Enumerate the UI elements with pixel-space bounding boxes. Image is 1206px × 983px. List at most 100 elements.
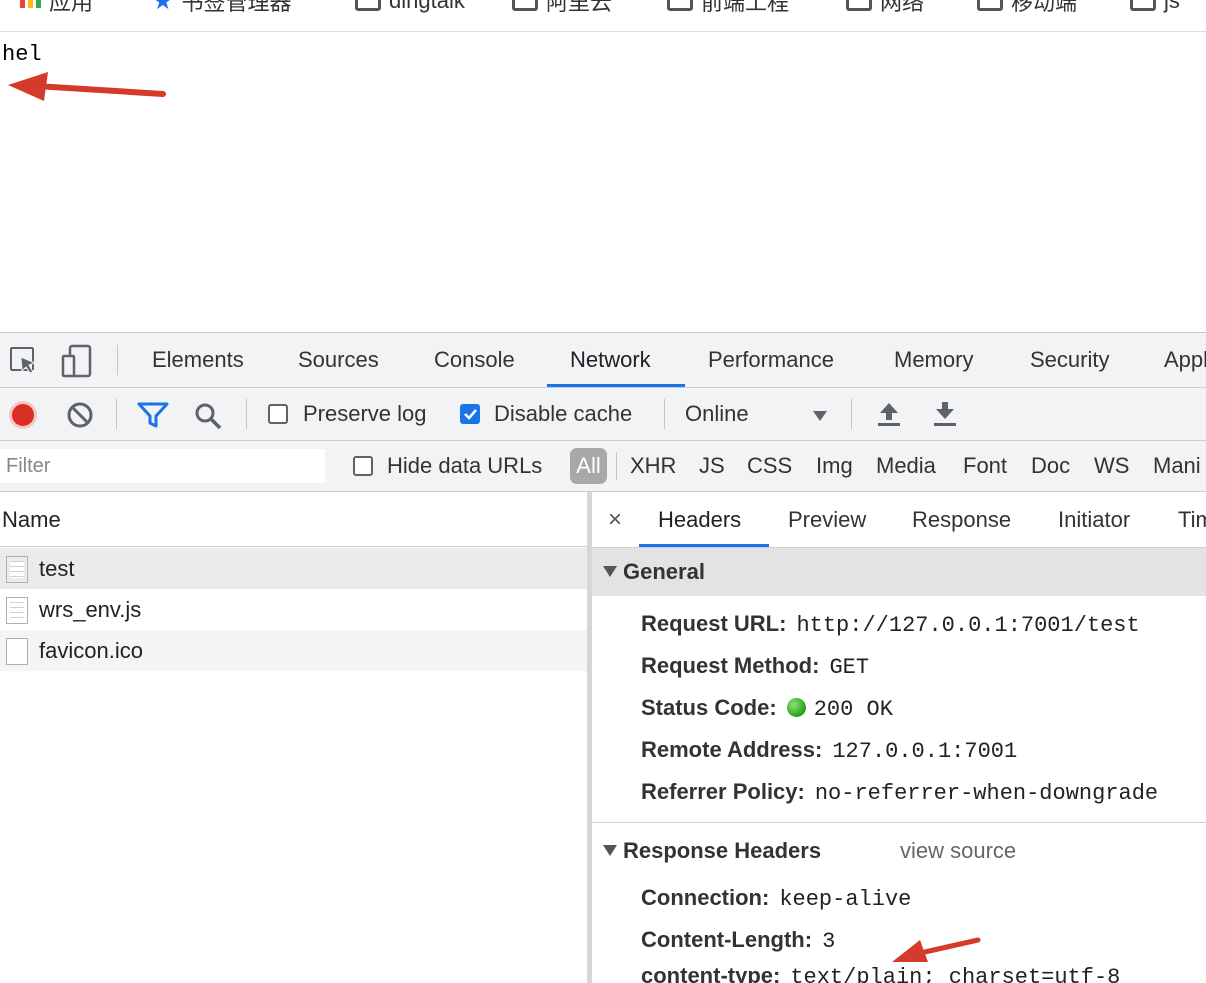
bookmark-folder[interactable]: 网络 [846, 0, 924, 16]
filter-type-xhr[interactable]: XHR [630, 441, 676, 491]
filter-type-img[interactable]: Img [816, 441, 853, 491]
request-row[interactable]: test [0, 548, 588, 589]
filter-type-font[interactable]: Font [963, 441, 1007, 491]
filter-type-js[interactable]: JS [699, 441, 725, 491]
clear-icon[interactable] [66, 401, 94, 429]
general-section-header[interactable]: General [592, 548, 1206, 596]
triangle-down-icon [603, 844, 617, 856]
folder-icon [355, 0, 381, 11]
close-icon[interactable]: × [608, 492, 622, 547]
apps-grid-icon [20, 0, 41, 8]
header-row: content-type: text/plain; charset=utf-8 [641, 956, 1120, 983]
inspect-element-icon[interactable] [9, 346, 39, 376]
export-har-icon[interactable] [932, 400, 958, 428]
script-file-icon [6, 597, 28, 624]
import-har-icon[interactable] [876, 400, 902, 428]
bookmark-folder[interactable]: 阿里云 [512, 0, 612, 16]
request-details: × Headers Preview Response Initiator Tim… [592, 492, 1206, 983]
bookmark-folder[interactable]: js [1130, 0, 1180, 16]
header-value: no-referrer-when-downgrade [814, 781, 1159, 806]
bookmark-manager[interactable]: ★ 书签管理器 [152, 0, 292, 16]
filter-bar: Hide data URLs All XHR JS CSS Img Media … [0, 441, 1206, 492]
filter-type-css[interactable]: CSS [747, 441, 792, 491]
filter-type-doc[interactable]: Doc [1031, 441, 1070, 491]
preserve-log-checkbox[interactable] [268, 404, 288, 424]
request-row[interactable]: wrs_env.js [0, 589, 588, 630]
tab-initiator[interactable]: Initiator [1058, 492, 1130, 547]
device-toolbar-icon[interactable] [60, 344, 94, 378]
preserve-log-label[interactable]: Preserve log [303, 388, 427, 440]
tab-memory[interactable]: Memory [894, 333, 973, 387]
tab-application[interactable]: Appl [1164, 333, 1206, 387]
bookmark-label: js [1164, 0, 1180, 13]
bookmarks-bar: 应用 ★ 书签管理器 dingtalk 阿里云 前端工程 网络 移动端 js [0, 0, 1206, 32]
tab-response[interactable]: Response [912, 492, 1011, 547]
view-source-link[interactable]: view source [900, 827, 1016, 875]
header-value: http://127.0.0.1:7001/test [796, 613, 1140, 638]
header-value: 3 [822, 929, 836, 954]
section-title: Response Headers [623, 838, 822, 863]
disable-cache-label[interactable]: Disable cache [494, 388, 632, 440]
tab-sources[interactable]: Sources [298, 333, 379, 387]
header-row: Status Code: 200 OK [641, 688, 893, 728]
header-value: keep-alive [779, 887, 912, 912]
bookmark-apps[interactable]: 应用 [20, 0, 93, 16]
page-body-text: hel [2, 42, 42, 67]
annotation-arrow-icon [892, 937, 981, 962]
request-row[interactable]: favicon.ico [0, 630, 588, 671]
response-headers-section-header[interactable]: Response Headers [592, 827, 1206, 875]
annotation-arrow-icon [8, 72, 166, 101]
divider [664, 399, 665, 429]
folder-icon [667, 0, 693, 11]
bookmark-label: 书签管理器 [181, 0, 292, 15]
section-divider [592, 822, 1206, 823]
search-icon[interactable] [193, 401, 223, 431]
tab-security[interactable]: Security [1030, 333, 1109, 387]
header-value: 127.0.0.1:7001 [832, 739, 1018, 764]
disable-cache-checkbox[interactable] [460, 404, 480, 424]
header-row: Request URL: http://127.0.0.1:7001/test [641, 604, 1140, 644]
tab-timing[interactable]: Tim [1178, 492, 1206, 547]
record-icon[interactable] [8, 400, 38, 430]
filter-type-manifest[interactable]: Mani [1153, 441, 1201, 491]
divider [851, 399, 852, 429]
devtools-tabbar: Elements Sources Console Network Perform… [0, 333, 1206, 388]
filter-type-all[interactable]: All [570, 448, 607, 484]
bookmark-label: 移动端 [1011, 0, 1078, 15]
network-toolbar: Preserve log Disable cache Online [0, 388, 1206, 441]
throttling-select[interactable]: Online [685, 388, 749, 440]
filter-type-media[interactable]: Media [876, 441, 936, 491]
hide-data-urls-checkbox[interactable] [353, 456, 373, 476]
folder-icon [846, 0, 872, 11]
folder-icon [512, 0, 538, 11]
header-key: content-type: [641, 963, 781, 983]
filter-type-ws[interactable]: WS [1094, 441, 1129, 491]
hide-data-urls-label[interactable]: Hide data URLs [387, 441, 542, 491]
chevron-down-icon[interactable] [812, 410, 828, 422]
tab-network[interactable]: Network [570, 333, 651, 387]
header-key: Connection: [641, 885, 770, 910]
bookmark-label: dingtalk [389, 0, 465, 13]
header-value: GET [829, 655, 870, 680]
document-icon [6, 556, 28, 583]
tab-console[interactable]: Console [434, 333, 515, 387]
tab-elements[interactable]: Elements [152, 333, 244, 387]
folder-icon [977, 0, 1003, 11]
tab-headers[interactable]: Headers [658, 492, 741, 547]
tab-preview[interactable]: Preview [788, 492, 866, 547]
name-column-header[interactable]: Name [0, 492, 588, 547]
request-list: Name test wrs_env.js favicon.ico [0, 492, 588, 983]
header-key: Remote Address: [641, 737, 823, 762]
bookmark-folder[interactable]: 移动端 [977, 0, 1077, 16]
header-row: Connection: keep-alive [641, 878, 911, 918]
filter-input[interactable] [0, 449, 325, 483]
header-row: Request Method: GET [641, 646, 869, 686]
filter-icon[interactable] [137, 402, 169, 428]
active-tab-indicator [639, 544, 769, 547]
header-row: Remote Address: 127.0.0.1:7001 [641, 730, 1017, 770]
header-row: Referrer Policy: no-referrer-when-downgra… [641, 772, 1158, 812]
tab-performance[interactable]: Performance [708, 333, 834, 387]
divider [116, 399, 117, 429]
bookmark-folder[interactable]: 前端工程 [667, 0, 789, 16]
bookmark-folder[interactable]: dingtalk [355, 0, 465, 16]
